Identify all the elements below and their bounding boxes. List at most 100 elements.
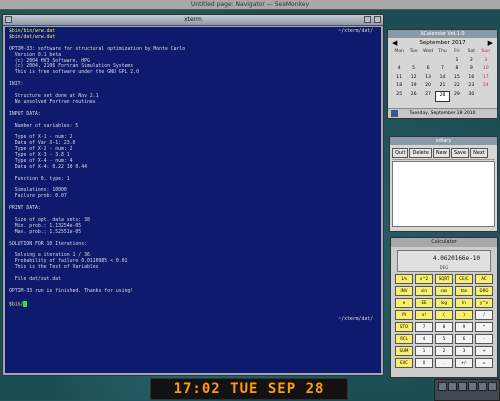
calc-key-button[interactable]: e xyxy=(395,298,413,308)
calendar-day[interactable]: 1 xyxy=(450,57,464,66)
calc-key-button[interactable]: SQRT xyxy=(435,274,453,284)
quit-button[interactable]: Quit xyxy=(392,148,409,158)
calc-key-button[interactable]: log xyxy=(435,298,453,308)
calc-key-button[interactable]: 8 xyxy=(435,322,453,332)
calendar-day[interactable]: 21 xyxy=(435,82,449,91)
calc-key-button[interactable]: 4 xyxy=(415,334,433,344)
calendar-day[interactable]: 24 xyxy=(479,82,493,91)
calc-key-button[interactable]: 7 xyxy=(415,322,433,332)
delete-button[interactable]: Delete xyxy=(409,148,432,158)
calendar-day[interactable]: 4 xyxy=(392,65,406,74)
calc-key-button[interactable]: 1 xyxy=(415,346,433,356)
terminal-area[interactable]: $bin/bin/wrw.dat $bin/dat/wrw.dat OPTIM-3… xyxy=(5,27,381,373)
calc-key-button[interactable]: = xyxy=(475,358,493,368)
pager-desk-2-icon[interactable] xyxy=(448,382,457,391)
calendar-day[interactable]: 12 xyxy=(406,74,420,83)
calc-key-button[interactable]: CE/C xyxy=(455,274,473,284)
calendar-day[interactable]: 6 xyxy=(421,65,435,74)
pager-desk-4-icon[interactable] xyxy=(468,382,477,391)
calendar-day[interactable]: 15 xyxy=(450,74,464,83)
pager-desk-6-icon[interactable] xyxy=(488,382,497,391)
calc-key-button[interactable]: STO xyxy=(395,322,413,332)
calendar-day[interactable]: 7 xyxy=(435,65,449,74)
calendar-grid[interactable]: Mon Tue Wed Thu Fri Sat Sun 1 2 3 4 5 6 7 8 9 10 11 12 13 14… xyxy=(392,48,493,102)
calendar-day[interactable]: 11 xyxy=(392,74,406,83)
calendar-day[interactable]: 25 xyxy=(392,91,406,102)
calc-key-button[interactable]: x^2 xyxy=(415,274,433,284)
xterm-titlebar[interactable]: xterm xyxy=(3,15,383,26)
prev-month-icon[interactable]: ◀ xyxy=(392,38,397,48)
calendar-day[interactable]: 30 xyxy=(464,91,478,102)
calendar-day[interactable]: 14 xyxy=(435,74,449,83)
calendar-day[interactable]: 28 xyxy=(435,90,450,102)
calendar-quit-icon[interactable] xyxy=(391,110,398,117)
new-button[interactable]: New xyxy=(432,148,450,158)
next-month-icon[interactable]: ▶ xyxy=(488,38,493,48)
calendar-day[interactable]: 9 xyxy=(464,65,478,74)
calendar-day[interactable]: 26 xyxy=(406,91,420,102)
calendar-day[interactable]: 19 xyxy=(406,82,420,91)
save-button[interactable]: Save xyxy=(450,148,470,158)
calc-key-button[interactable]: ( xyxy=(435,310,453,320)
calc-key-button[interactable]: 1/x xyxy=(395,274,413,284)
terminal-prompt-line: $bin/ xyxy=(9,300,379,308)
calc-key-button[interactable]: 0 xyxy=(415,358,433,368)
calendar-day[interactable]: 29 xyxy=(450,91,464,102)
calendar-day[interactable]: 20 xyxy=(421,82,435,91)
calendar-day[interactable]: 2 xyxy=(464,57,478,66)
calc-key-button[interactable]: EXC xyxy=(395,358,413,368)
calc-key-button[interactable]: cos xyxy=(435,286,453,296)
calc-key-button[interactable]: ) xyxy=(455,310,473,320)
calc-key-button[interactable]: / xyxy=(475,310,493,320)
pager-desk-5-icon[interactable] xyxy=(478,382,487,391)
calendar-window[interactable]: XCalendar Vol.1.0 ◀ September 2017 ▶ Mon… xyxy=(387,29,498,119)
calc-key-button[interactable]: + xyxy=(475,346,493,356)
calculator-window[interactable]: Calculator 4.0620166e-10 DEG 1/x x^2 SQRT C… xyxy=(390,237,498,378)
calc-key-button[interactable]: 6 xyxy=(455,334,473,344)
calc-key-button[interactable]: . xyxy=(435,358,453,368)
terminal-output: $bin/bin/wrw.dat $bin/dat/wrw.dat OPTIM-3… xyxy=(9,29,379,308)
calc-key-button[interactable]: 5 xyxy=(435,334,453,344)
calc-key-button[interactable]: DRG xyxy=(475,286,493,296)
calc-key-button[interactable]: tan xyxy=(455,286,473,296)
calc-key-button[interactable]: RCL xyxy=(395,334,413,344)
desktop-pager[interactable] xyxy=(434,379,500,401)
diary-window[interactable]: xdiary Quit Delete New Save Next xyxy=(389,136,498,232)
minimize-icon[interactable] xyxy=(364,16,371,23)
calc-key-button[interactable]: EE xyxy=(415,298,433,308)
calc-key-button[interactable]: 3 xyxy=(455,346,473,356)
calendar-day[interactable]: 16 xyxy=(464,74,478,83)
calc-key-button[interactable]: 9 xyxy=(455,322,473,332)
calendar-day[interactable]: 10 xyxy=(479,65,493,74)
xterm-window[interactable]: xterm $bin/bin/wrw.dat $bin/dat/wrw.dat O… xyxy=(2,14,384,376)
calendar-day[interactable]: 27 xyxy=(421,91,435,102)
pager-desk-1-icon[interactable] xyxy=(438,382,447,391)
calc-key-button[interactable]: sin xyxy=(415,286,433,296)
calendar-day[interactable]: 13 xyxy=(421,74,435,83)
calc-key-button[interactable]: * xyxy=(475,322,493,332)
calc-key-button[interactable]: x! xyxy=(415,310,433,320)
next-button[interactable]: Next xyxy=(470,148,488,158)
calc-key-button[interactable]: SUM xyxy=(395,346,413,356)
maximize-icon[interactable] xyxy=(374,16,381,23)
calc-key-button[interactable]: ln xyxy=(455,298,473,308)
xterm-title: xterm xyxy=(184,16,202,23)
diary-text-area[interactable] xyxy=(392,161,495,227)
calendar-day[interactable]: 3 xyxy=(479,57,493,66)
terminal-prompt: $bin/ xyxy=(9,302,24,308)
calendar-day[interactable]: 8 xyxy=(450,65,464,74)
calc-key-button[interactable]: +/- xyxy=(455,358,473,368)
calendar-day[interactable]: 23 xyxy=(464,82,478,91)
calc-key-button[interactable]: y^x xyxy=(475,298,493,308)
diary-title: xdiary xyxy=(390,137,497,145)
calc-key-button[interactable]: - xyxy=(475,334,493,344)
calendar-day[interactable]: 18 xyxy=(392,82,406,91)
calc-key-button[interactable]: PI xyxy=(395,310,413,320)
pager-desk-3-icon[interactable] xyxy=(458,382,467,391)
calc-key-button[interactable]: INV xyxy=(395,286,413,296)
calendar-day[interactable]: 22 xyxy=(450,82,464,91)
calendar-day[interactable]: 17 xyxy=(479,74,493,83)
calendar-day[interactable]: 5 xyxy=(406,65,420,74)
calc-key-button[interactable]: 2 xyxy=(435,346,453,356)
calc-key-button[interactable]: AC xyxy=(475,274,493,284)
